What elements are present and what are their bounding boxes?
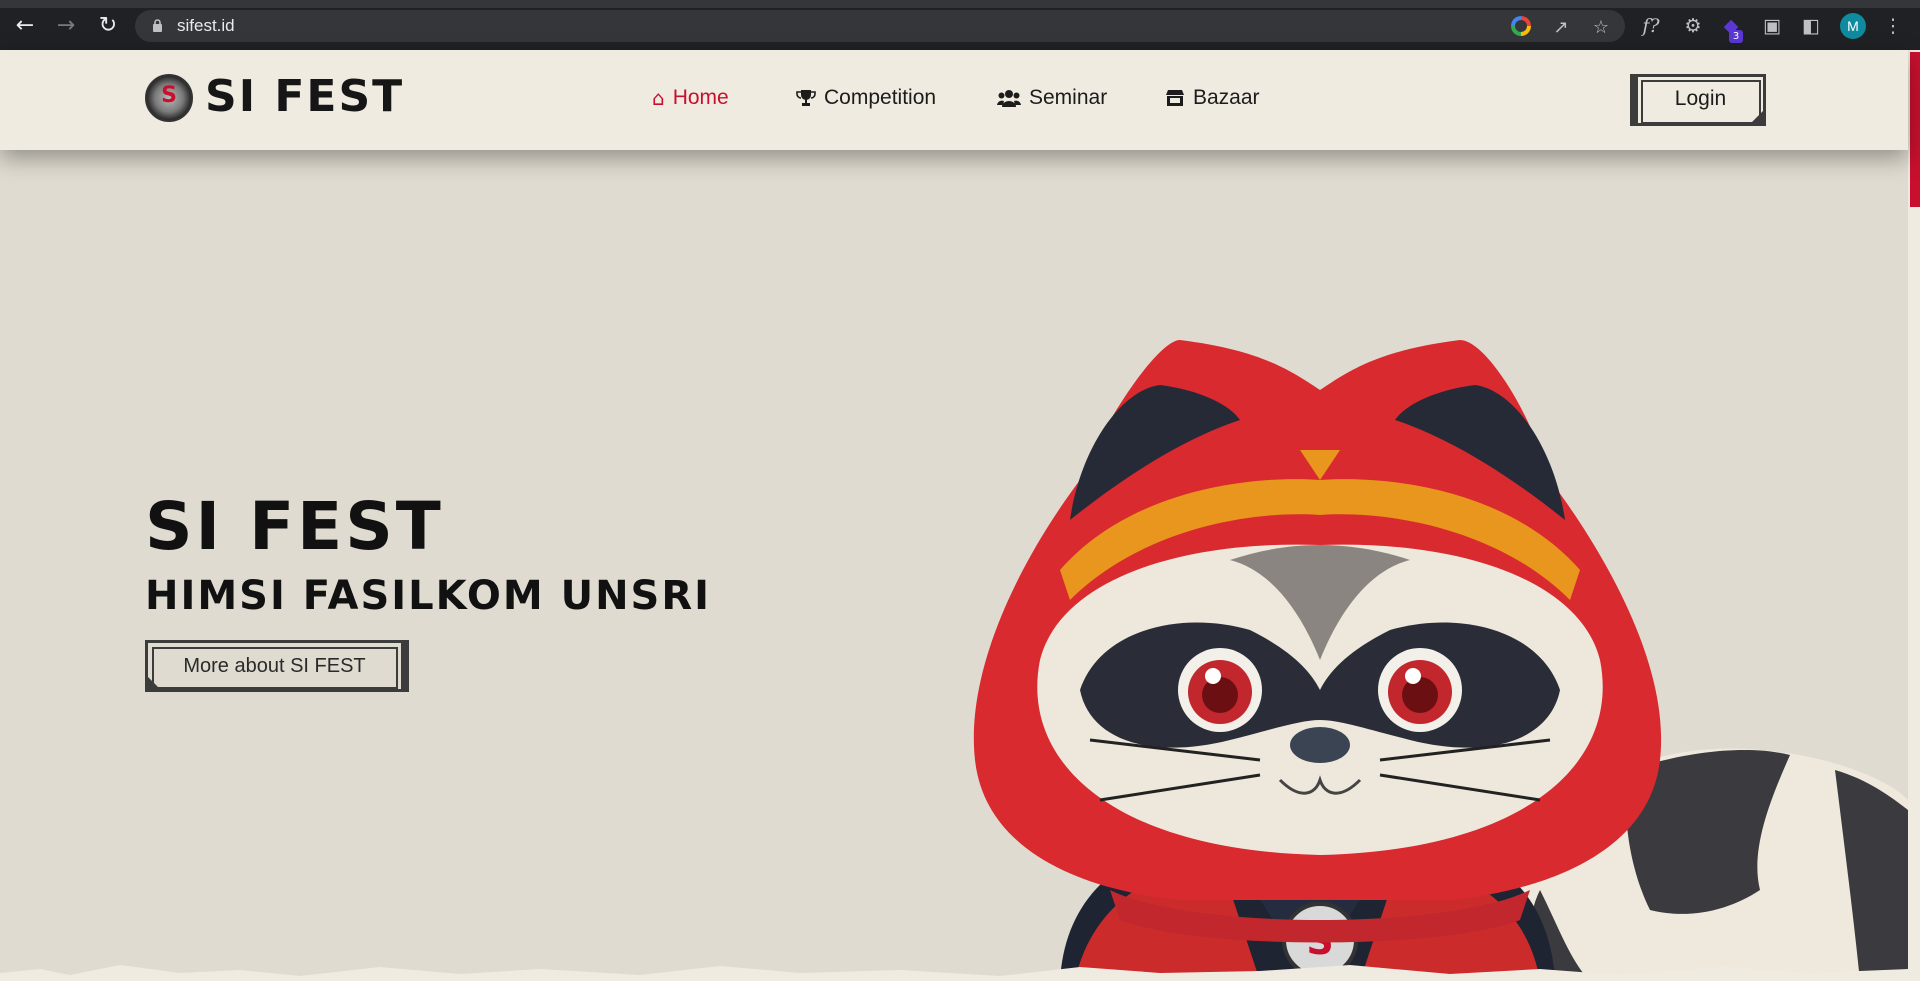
login-label: Login xyxy=(1674,87,1727,110)
nav-home[interactable]: ⌂ Home xyxy=(652,86,729,110)
store-icon xyxy=(1166,90,1184,106)
extension-badge: 3 xyxy=(1729,30,1743,43)
share-icon[interactable]: ↗ xyxy=(1550,17,1572,39)
gear-icon[interactable]: ⚙ xyxy=(1680,13,1706,39)
brand-name[interactable]: SI FEST xyxy=(205,71,404,122)
avatar[interactable]: M xyxy=(1840,13,1866,39)
torn-edge-decoration xyxy=(0,965,1908,981)
trophy-icon xyxy=(796,90,816,106)
nav-seminar-label: Seminar xyxy=(1029,86,1108,109)
back-icon[interactable]: ← xyxy=(12,13,38,39)
puzzle-icon[interactable]: ▣ xyxy=(1759,13,1785,39)
star-icon[interactable]: ☆ xyxy=(1590,17,1612,39)
browser-toolbar: ← → ↻ sifest.id ↗ ☆ f? ⚙ ◆ 3 ▣ ◧ M ⋮ xyxy=(0,0,1920,50)
google-icon[interactable] xyxy=(1511,16,1531,36)
reload-icon[interactable]: ↻ xyxy=(95,13,121,39)
scrollbar-thumb[interactable] xyxy=(1910,52,1920,207)
function-icon[interactable]: f? xyxy=(1638,13,1664,39)
address-bar[interactable]: sifest.id ↗ ☆ xyxy=(135,10,1625,42)
tab-strip xyxy=(0,0,1920,8)
lock-icon xyxy=(153,19,162,32)
nav-seminar[interactable]: Seminar xyxy=(997,86,1107,110)
sidepanel-icon[interactable]: ◧ xyxy=(1798,13,1824,39)
nav-home-label: Home xyxy=(672,86,729,109)
more-about-button[interactable]: More about SI FEST xyxy=(145,640,409,692)
mascot-head xyxy=(973,340,1662,900)
logo-icon[interactable] xyxy=(145,74,193,122)
hero-section: SI FEST HIMSI FASILKOM UNSRI More about … xyxy=(0,150,1908,981)
hero-subtitle: HIMSI FASILKOM UNSRI xyxy=(145,573,712,619)
hero-title: SI FEST xyxy=(145,488,444,565)
site-header: SI FEST ⌂ Home Competition Seminar Bazaa… xyxy=(0,50,1908,150)
menu-icon[interactable]: ⋮ xyxy=(1880,13,1906,39)
login-button[interactable]: Login xyxy=(1630,74,1766,126)
raccoon-mascot-image: S xyxy=(973,340,1908,981)
users-icon xyxy=(997,90,1021,107)
nav-bazaar[interactable]: Bazaar xyxy=(1165,86,1260,110)
url-text: sifest.id xyxy=(177,16,235,35)
home-icon: ⌂ xyxy=(652,86,665,110)
nav-bazaar-label: Bazaar xyxy=(1193,86,1260,109)
more-about-label: More about SI FEST xyxy=(183,655,366,677)
nav-competition[interactable]: Competition xyxy=(796,86,936,110)
nav-competition-label: Competition xyxy=(824,86,937,109)
forward-icon[interactable]: → xyxy=(53,13,79,39)
